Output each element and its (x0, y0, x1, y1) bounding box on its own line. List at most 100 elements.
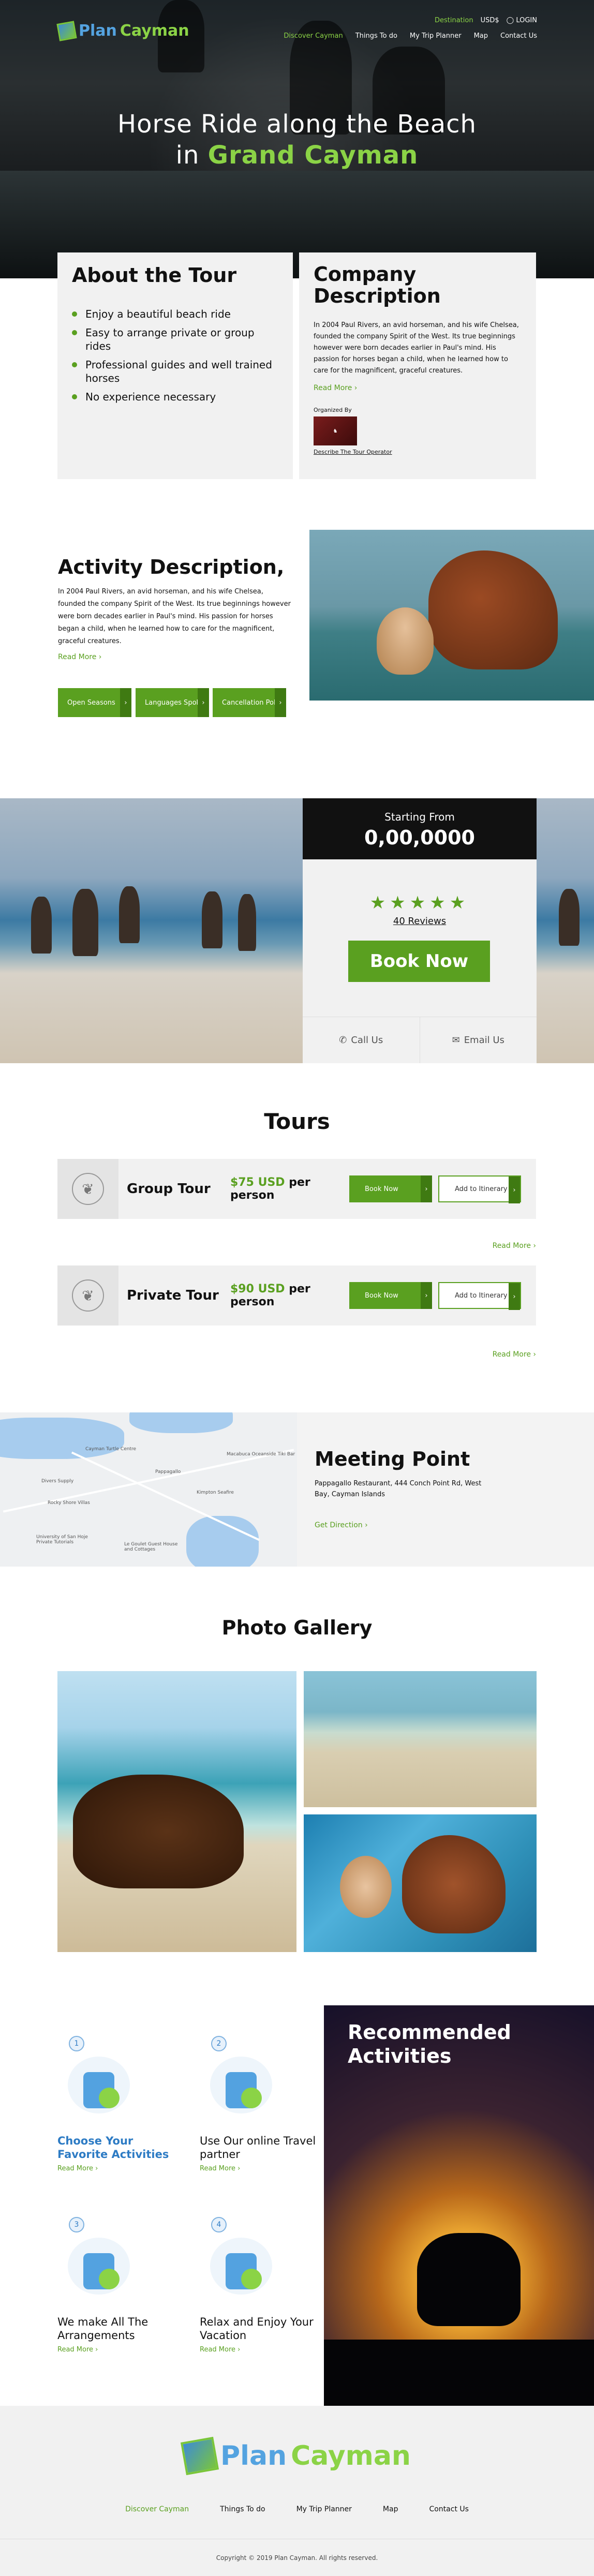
nav-discover-cayman[interactable]: Discover Cayman (284, 32, 343, 40)
tour-book-now-button[interactable]: Book Now › (349, 1175, 432, 1202)
step-read-more-link[interactable]: Read More › (57, 2346, 98, 2354)
languages-spoken-button[interactable]: Languages Spoken › (136, 688, 209, 717)
step-illustration: 3 (57, 2217, 140, 2310)
meeting-map[interactable]: Cayman Turtle Centre Macabuca Oceanside … (0, 1412, 297, 1567)
footer-nav-contact-us[interactable]: Contact Us (429, 2505, 468, 2513)
step-3: 3 We make All The Arrangements Read More… (57, 2217, 176, 2354)
map-water (129, 1412, 233, 1433)
tour-read-more-link[interactable]: Read More › (493, 1242, 536, 1250)
add-to-itinerary-button[interactable]: Add to Itinerary › (438, 1175, 521, 1203)
chevron-right-icon: › (95, 2164, 98, 2172)
logo-text-plan: Plan (79, 22, 117, 40)
step-illustration: 1 (57, 2036, 140, 2129)
hero-title-line1: Horse Ride along the Beach (117, 110, 477, 139)
footer-nav-discover-cayman[interactable]: Discover Cayman (125, 2505, 189, 2513)
read-more-label: Read More (200, 2345, 236, 2354)
nav-map[interactable]: Map (474, 32, 488, 40)
footer-nav-my-trip-planner[interactable]: My Trip Planner (296, 2505, 352, 2513)
chevron-right-icon: › (533, 1350, 536, 1359)
sunset-ground (324, 2340, 594, 2407)
beach-rider (202, 891, 222, 948)
login-label: LOGIN (516, 17, 537, 24)
tour-price-value: $75 USD (230, 1176, 285, 1189)
chevron-right-icon: › (509, 1283, 520, 1310)
step-title: Relax and Enjoy Your Vacation (200, 2316, 314, 2342)
tour-price: $75 USD per person (230, 1176, 349, 1202)
map-label: Divers Supply (41, 1479, 74, 1484)
activity-read-more-link[interactable]: Read More › (58, 653, 101, 661)
read-more-label: Read More (58, 653, 97, 661)
activity-section: Activity Description, In 2004 Paul River… (0, 530, 594, 717)
photo-woman (377, 607, 434, 675)
company-description-card: Company Description In 2004 Paul Rivers,… (299, 252, 536, 479)
book-now-button[interactable]: Book Now (348, 941, 490, 982)
destination-link[interactable]: Destination (435, 17, 473, 24)
chevron-right-icon: › (509, 1177, 520, 1203)
tour-price-value: $90 USD (230, 1283, 285, 1296)
step-number: 1 (69, 2036, 84, 2051)
nav-my-trip-planner[interactable]: My Trip Planner (410, 32, 462, 40)
gallery-photo[interactable] (304, 1671, 537, 1807)
chevron-right-icon: › (533, 1242, 536, 1250)
currency-select[interactable]: USD$ (481, 17, 499, 24)
tour-read-more-link[interactable]: Read More › (493, 1350, 536, 1359)
chevron-right-icon: › (237, 2164, 241, 2172)
map-label: Macabuca Oceanside Tiki Bar (227, 1452, 295, 1457)
gallery-photo[interactable] (304, 1814, 537, 1952)
step-read-more-link[interactable]: Read More › (200, 2165, 240, 2172)
logo-text-plan: Plan (220, 2440, 287, 2471)
map-label: University of San Hoje Private Tutorials (36, 1535, 88, 1545)
nav-things-to-do[interactable]: Things To do (355, 32, 397, 40)
footer-nav-things-to-do[interactable]: Things To do (220, 2505, 265, 2513)
get-direction-link[interactable]: Get Direction › (315, 1521, 368, 1529)
chevron-right-icon: › (354, 384, 358, 393)
chevron-right-icon: › (198, 688, 209, 717)
step-read-more-link[interactable]: Read More › (57, 2165, 98, 2172)
read-more-label: Read More (57, 2345, 94, 2354)
button-label: Open Seasons (67, 698, 115, 707)
about-tour-title: About the Tour (72, 264, 237, 287)
email-us-button[interactable]: ✉ Email Us (420, 1017, 537, 1063)
step-title: Choose Your Favorite Activities (57, 2135, 169, 2161)
recommended-activities-panel[interactable]: Recommended Activities (324, 2005, 594, 2407)
copyright-text: Copyright © 2019 Plan Cayman. All rights… (0, 2539, 594, 2576)
button-label: Add to Itinerary (455, 1185, 508, 1193)
call-us-button[interactable]: ✆ Call Us (303, 1017, 420, 1063)
read-more-label: Read More (492, 1350, 531, 1359)
gallery-photo[interactable] (57, 1671, 296, 1952)
map-road (71, 1451, 260, 1541)
header-logo[interactable]: Plan Cayman (56, 20, 189, 41)
footer-logo[interactable]: Plan Cayman (0, 2436, 594, 2476)
add-to-itinerary-button[interactable]: Add to Itinerary › (438, 1282, 521, 1310)
tour-row-private: ❦ Private Tour $90 USD per person Book N… (57, 1265, 536, 1326)
describe-operator-link[interactable]: Describe The Tour Operator (314, 449, 522, 455)
tour-book-now-button[interactable]: Book Now › (349, 1282, 432, 1309)
company-read-more-link[interactable]: Read More › (314, 384, 357, 392)
email-us-label: Email Us (464, 1035, 504, 1046)
meeting-address: Pappagallo Restaurant, 444 Conch Point R… (315, 1480, 482, 1498)
tour-row-group: ❦ Group Tour $75 USD per person Book Now… (57, 1159, 536, 1219)
login-link[interactable]: ◯ LOGIN (507, 17, 537, 24)
cancellation-policy-button[interactable]: Cancellation Policy › (213, 688, 286, 717)
organized-by-label: Organized By (314, 407, 352, 414)
read-more-label: Read More (57, 2164, 94, 2172)
chevron-right-icon: › (95, 2345, 98, 2354)
get-direction-label: Get Direction (315, 1521, 363, 1529)
meeting-point-title: Meeting Point (315, 1448, 470, 1470)
reviews-link[interactable]: 40 Reviews (303, 916, 537, 927)
open-seasons-button[interactable]: Open Seasons › (58, 688, 131, 717)
rating-stars-icon: ★★★★★ (369, 892, 470, 913)
nav-contact-us[interactable]: Contact Us (500, 32, 537, 40)
phone-icon: ✆ (339, 1035, 347, 1046)
step-read-more-link[interactable]: Read More › (200, 2346, 240, 2354)
starting-from-label: Starting From (384, 811, 455, 823)
operator-logo[interactable]: ♞ (314, 416, 357, 446)
booking-section: Starting From 0,00,0000 ★★★★★ 40 Reviews… (0, 798, 594, 1063)
about-tour-card: About the Tour Enjoy a beautiful beach r… (57, 252, 293, 479)
recommended-title: Recommended Activities (348, 2021, 511, 2067)
step-number: 3 (69, 2217, 84, 2232)
booking-price: 0,00,0000 (364, 826, 475, 849)
step-number: 4 (211, 2217, 227, 2232)
footer-nav-map[interactable]: Map (383, 2505, 398, 2513)
booking-price-header: Starting From 0,00,0000 (303, 798, 537, 859)
